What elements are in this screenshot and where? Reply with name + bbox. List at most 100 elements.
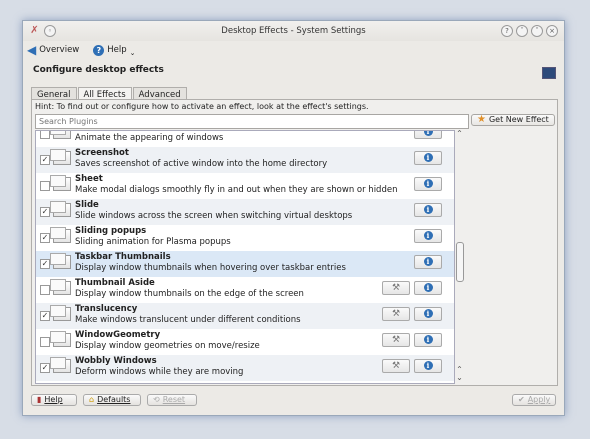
effect-description: Display window geometries on move/resize [75, 341, 260, 351]
plugin-icon [50, 279, 71, 295]
effect-checkbox[interactable] [40, 131, 50, 139]
effect-checkbox[interactable]: ✓ [40, 233, 50, 243]
reset-button[interactable]: ⟲ Reset [147, 394, 197, 406]
effect-info-button[interactable]: i [414, 255, 442, 269]
defaults-button[interactable]: ⌂ Defaults [83, 394, 141, 406]
effect-info-button[interactable]: i [414, 307, 442, 321]
effect-name: Scale in [75, 131, 113, 132]
defaults-icon: ⌂ [89, 395, 95, 404]
effect-row[interactable]: ✓ Wobbly Windows Deform windows while they… [36, 355, 454, 381]
effect-description: Animate the appearing of windows [75, 133, 224, 143]
help-label: Help [107, 45, 127, 55]
info-icon: i [423, 309, 433, 318]
maximize-icon[interactable]: ˆ [531, 25, 543, 37]
effect-description: Make modal dialogs smoothly fly in and o… [75, 185, 398, 195]
effect-name: WindowGeometry [75, 330, 161, 340]
scroll-down-icon[interactable]: ⌄ [455, 374, 464, 382]
effect-row[interactable]: Scale inAnimate the appearing of windows… [36, 131, 454, 147]
defaults-button-label: Defaults [97, 395, 131, 404]
effect-info-button[interactable]: i [414, 177, 442, 191]
get-new-effect-label: Get New Effect [488, 115, 549, 124]
chevron-down-icon: ⌄ [129, 49, 136, 57]
close-icon[interactable]: × [546, 25, 558, 37]
reset-button-label: Reset [162, 395, 186, 404]
apply-button[interactable]: ✔ Apply [512, 394, 556, 406]
info-icon: i [423, 257, 433, 266]
page-title: Configure desktop effects [33, 65, 164, 75]
configure-wrench-icon[interactable]: ⚒ [382, 307, 410, 321]
all-effects-panel: Hint: To find out or configure how to ac… [31, 99, 558, 386]
plugin-icon [50, 357, 71, 373]
effect-description: Display window thumbnails on the edge of… [75, 289, 304, 299]
minimize-icon[interactable]: ˇ [516, 25, 528, 37]
effect-row[interactable]: ✓ Screenshot Saves screenshot of active wi… [36, 147, 454, 173]
plugin-icon [50, 305, 71, 321]
effect-row[interactable]: ✓ Taskbar Thumbnails Display window thumbn… [36, 251, 454, 277]
info-icon: i [423, 205, 433, 214]
effect-name: Translucency [75, 304, 138, 314]
effect-checkbox[interactable]: ✓ [40, 363, 50, 373]
effect-info-button[interactable]: i [414, 333, 442, 347]
search-input[interactable] [35, 114, 469, 129]
effect-info-button[interactable]: i [414, 131, 442, 139]
plugin-icon [50, 253, 71, 269]
effect-checkbox[interactable]: ✓ [40, 155, 50, 165]
effect-checkbox[interactable]: ✓ [40, 207, 50, 217]
scroll-up-icon[interactable]: ⌃ [455, 130, 464, 138]
effect-name: Screenshot [75, 148, 129, 158]
effect-info-button[interactable]: i [414, 281, 442, 295]
info-icon: i [423, 153, 433, 162]
effect-name: Sliding popups [75, 226, 147, 236]
effect-row[interactable]: WindowGeometry Display window geometries … [36, 329, 454, 355]
help-button[interactable]: ▮ Help [31, 394, 77, 406]
plugin-icon [50, 331, 71, 347]
star-icon: ★ [477, 114, 486, 125]
effect-row[interactable]: ✓ Slide Slide windows across the screen wh… [36, 199, 454, 225]
scroll-thumb[interactable] [456, 242, 464, 282]
effect-checkbox[interactable] [40, 337, 50, 347]
effect-row[interactable]: Thumbnail Aside Display window thumbnails… [36, 277, 454, 303]
effect-row[interactable]: Sheet Make modal dialogs smoothly fly in … [36, 173, 454, 199]
plugin-icon [50, 227, 71, 243]
apply-button-label: Apply [527, 395, 551, 404]
effect-checkbox[interactable] [40, 181, 50, 191]
apply-check-icon: ✔ [518, 395, 525, 404]
effect-description: Saves screenshot of active window into t… [75, 159, 328, 169]
effect-description: Slide windows across the screen when swi… [75, 211, 353, 221]
plugin-icon [50, 131, 71, 139]
effect-name: Thumbnail Aside [75, 278, 155, 288]
help-window-icon[interactable]: ? [501, 25, 513, 37]
effect-checkbox[interactable]: ✓ [40, 259, 50, 269]
get-new-effect-button[interactable]: ★ Get New Effect [471, 114, 555, 126]
effect-row[interactable]: ✓ Sliding popups Sliding animation for Pla… [36, 225, 454, 251]
overview-button[interactable]: ◀ Overview [27, 44, 80, 56]
effects-list: Scale inAnimate the appearing of windows… [35, 130, 455, 384]
effect-info-button[interactable]: i [414, 359, 442, 373]
effect-row[interactable]: ✓ Translucency Make windows translucent un… [36, 303, 454, 329]
help-menu-button[interactable]: ? Help ⌄ [93, 43, 136, 57]
plugin-icon [50, 175, 71, 191]
titlebar-right-controls: ? ˇ ˆ × [501, 25, 558, 37]
effect-info-button[interactable]: i [414, 203, 442, 217]
hint-text: Hint: To find out or configure how to ac… [35, 102, 369, 111]
effect-info-button[interactable]: i [414, 229, 442, 243]
system-settings-window: ✗ ◦ Desktop Effects - System Settings ? … [22, 20, 565, 416]
configure-wrench-icon[interactable]: ⚒ [382, 281, 410, 295]
help-button-label: Help [44, 395, 63, 404]
effect-description: Deform windows while they are moving [75, 367, 244, 377]
scrollbar[interactable]: ⌃ ⌃ ⌄ [455, 130, 464, 382]
effect-name: Slide [75, 200, 99, 210]
overview-label: Overview [39, 45, 80, 55]
effect-checkbox[interactable]: ✓ [40, 311, 50, 321]
effect-description: Sliding animation for Plasma popups [75, 237, 231, 247]
help-icon: ? [93, 44, 105, 56]
effect-description: Make windows translucent under different… [75, 315, 301, 325]
effect-checkbox[interactable] [40, 285, 50, 295]
configure-wrench-icon[interactable]: ⚒ [382, 359, 410, 373]
effect-name: Taskbar Thumbnails [75, 252, 171, 262]
effect-info-button[interactable]: i [414, 151, 442, 165]
effect-name: Sheet [75, 174, 103, 184]
title-bar[interactable]: ✗ ◦ Desktop Effects - System Settings ? … [23, 21, 564, 41]
button-bar: ▮ Help ⌂ Defaults ⟲ Reset ✔ Apply [31, 394, 556, 408]
configure-wrench-icon[interactable]: ⚒ [382, 333, 410, 347]
